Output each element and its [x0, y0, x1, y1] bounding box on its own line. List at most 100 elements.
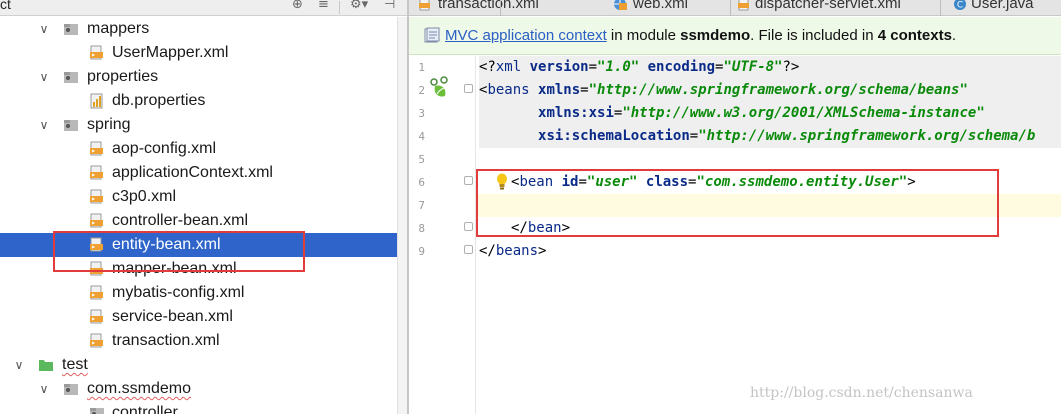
tree-item-aop-config-xml[interactable]: aop-config.xml: [0, 137, 407, 161]
tree-scrollbar[interactable]: [397, 17, 407, 414]
banner-text-part: in module: [606, 27, 681, 44]
tree-item-label: properties: [87, 68, 159, 85]
banner-text: MVC application context in module ssmdem…: [445, 27, 956, 44]
tree-item-test[interactable]: ∨ test: [0, 353, 407, 377]
tree-item-service-bean-xml[interactable]: service-bean.xml: [0, 305, 407, 329]
context-count: 4 contexts: [877, 27, 952, 44]
fold-marker[interactable]: [464, 222, 473, 231]
project-panel-title: ct: [0, 0, 11, 12]
tree-item-label: controller: [112, 404, 178, 414]
tree-item-label: db.properties: [112, 92, 206, 109]
header-separator: [339, 1, 340, 14]
banner-text-part: .: [951, 27, 957, 44]
tree-item-c3p0-xml[interactable]: c3p0.xml: [0, 185, 407, 209]
tab-user-java[interactable]: C User.java: [941, 0, 1061, 16]
tree-item-applicationcontext-xml[interactable]: applicationContext.xml: [0, 161, 407, 185]
package-icon: [64, 384, 78, 395]
editor-gutter: 1 2 3 4 5 6 7 8 9: [409, 56, 477, 414]
hide-panel-icon[interactable]: ⊣: [384, 0, 395, 13]
xml-file-icon: [90, 213, 103, 228]
code-token: "http://www.springframework.org/schema/b…: [588, 82, 968, 98]
tree-item-label: UserMapper.xml: [112, 44, 229, 61]
spring-context-icon: [424, 27, 440, 43]
fold-marker[interactable]: [464, 176, 473, 185]
tree-item-mappers[interactable]: ∨ mappers: [0, 17, 407, 41]
tree-item-controller[interactable]: controller: [0, 401, 407, 414]
scroll-from-source-icon[interactable]: ⊕: [292, 0, 303, 13]
tree-item-transaction-xml[interactable]: transaction.xml: [0, 329, 407, 353]
collapse-all-icon[interactable]: ≡: [318, 0, 329, 13]
gear-icon[interactable]: ⚙▾: [350, 0, 368, 13]
chevron-down-icon[interactable]: ∨: [37, 118, 51, 132]
tab-label: transaction.xml: [438, 0, 539, 12]
tree-item-label: applicationContext.xml: [112, 164, 273, 181]
editor-tab-bar: transaction.xml web.xml dispatcher-servl…: [409, 0, 1061, 16]
code-token: beans: [495, 243, 539, 259]
code-token: xml: [495, 59, 530, 75]
xml-file-icon: [90, 285, 103, 300]
line-number: 2: [418, 84, 425, 97]
tree-item-spring[interactable]: ∨ spring: [0, 113, 407, 137]
tree-item-label: mybatis-config.xml: [112, 284, 245, 301]
line-number: 5: [418, 153, 425, 166]
test-folder-icon: [39, 360, 53, 371]
tree-item-db-properties[interactable]: db.properties: [0, 89, 407, 113]
line-number: 6: [418, 176, 425, 189]
chevron-down-icon[interactable]: ∨: [37, 22, 51, 36]
code-token: xsi: [538, 128, 564, 144]
xml-file-icon: [90, 189, 103, 204]
package-icon: [64, 120, 78, 131]
package-icon: [64, 72, 78, 83]
svg-text:C: C: [957, 1, 963, 11]
package-icon: [64, 24, 78, 35]
line-number: 7: [418, 199, 425, 212]
line-number: 8: [418, 222, 425, 235]
fold-marker[interactable]: [464, 245, 473, 254]
mvc-context-link[interactable]: MVC application context: [445, 27, 607, 44]
tree-item-label: aop-config.xml: [112, 140, 217, 157]
line-number: 3: [418, 107, 425, 120]
line-number: 1: [418, 61, 425, 74]
highlight-box-tree: [53, 231, 305, 272]
code-token: beans: [487, 82, 539, 98]
chevron-down-icon[interactable]: ∨: [37, 70, 51, 84]
tab-web-xml[interactable]: web.xml: [609, 0, 731, 16]
tree-item-com-ssmdemo[interactable]: ∨ com.ssmdemo: [0, 377, 407, 401]
xml-file-icon: [90, 45, 103, 60]
tab-dispatcher-servlet-xml[interactable]: dispatcher-servlet.xml: [731, 0, 941, 16]
code-token: =: [689, 128, 699, 144]
code-token: encoding: [639, 59, 716, 75]
code-token: xmlns: [538, 82, 581, 98]
context-banner: MVC application context in module ssmdem…: [409, 17, 1061, 55]
chevron-down-icon[interactable]: ∨: [37, 382, 51, 396]
banner-text-part: . File is included in: [750, 27, 878, 44]
watermark: http://blog.csdn.net/chensanwa: [750, 385, 973, 401]
web-xml-icon: [614, 0, 627, 10]
tree-item-properties[interactable]: ∨ properties: [0, 65, 407, 89]
project-tree-panel: ct ⊕ ≡ ⚙▾ ⊣ ∨ mappers UserMapper.xml ∨ p…: [0, 0, 407, 414]
line-number: 4: [418, 130, 425, 143]
code-line-4: xsi:schemaLocation="http://www.springfra…: [479, 125, 1035, 148]
fold-marker[interactable]: [464, 84, 473, 93]
tab-label: dispatcher-servlet.xml: [755, 0, 901, 12]
code-token: "UTF-8": [723, 59, 783, 75]
tree-item-usermapper-xml[interactable]: UserMapper.xml: [0, 41, 407, 65]
xml-file-icon: [90, 165, 103, 180]
package-icon: [90, 408, 104, 414]
tree-item-label: service-bean.xml: [112, 308, 233, 325]
chevron-down-icon[interactable]: ∨: [12, 358, 26, 372]
xml-file-icon: [738, 0, 749, 11]
tree-item-mybatis-config-xml[interactable]: mybatis-config.xml: [0, 281, 407, 305]
tab-transaction-xml[interactable]: transaction.xml: [409, 0, 539, 16]
tab-label: web.xml: [633, 0, 689, 12]
code-token: ?>: [782, 59, 800, 75]
code-token: version: [529, 59, 589, 75]
tree-item-controller-bean-xml[interactable]: controller-bean.xml: [0, 209, 407, 233]
code-token: >: [538, 243, 547, 259]
tree-item-label: spring: [87, 116, 131, 133]
code-token: <?: [479, 59, 496, 75]
spring-bean-gutter-icon[interactable]: [429, 76, 451, 100]
code-line-9: </beans>: [479, 240, 546, 263]
code-token: "1.0": [597, 59, 640, 75]
